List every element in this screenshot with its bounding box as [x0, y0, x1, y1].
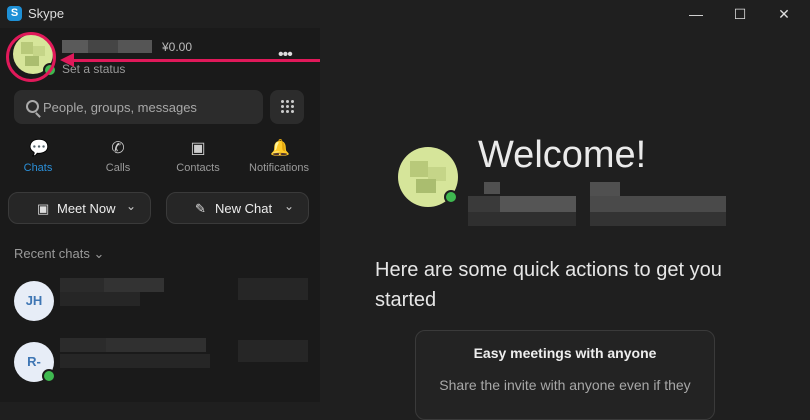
search-placeholder: People, groups, messages: [43, 100, 197, 115]
tab-notifications[interactable]: 🔔 Notifications: [239, 140, 319, 174]
skype-logo-icon: S: [7, 6, 22, 21]
online-status-dot: [444, 190, 458, 204]
new-chat-button[interactable]: ✎ New Chat ⌄: [166, 192, 309, 224]
search-input[interactable]: People, groups, messages: [14, 90, 263, 124]
close-button[interactable]: ✕: [764, 0, 804, 28]
tab-chats[interactable]: 💬 Chats: [0, 140, 78, 174]
tab-label: Chats: [23, 162, 53, 174]
compose-icon: ✎: [195, 201, 206, 216]
dialpad-button[interactable]: [270, 90, 304, 124]
maximize-button[interactable]: ☐: [720, 0, 760, 28]
quick-actions-heading: Here are some quick actions to get you s…: [375, 259, 722, 311]
tab-label: Notifications: [249, 162, 309, 174]
video-camera-icon: ▣: [37, 201, 50, 216]
meet-now-label: Meet Now: [57, 201, 116, 216]
chevron-down-icon: ⌄: [125, 199, 136, 213]
easy-meetings-card[interactable]: Easy meetings with anyone Share the invi…: [415, 330, 715, 420]
card-title: Easy meetings with anyone: [473, 345, 657, 361]
new-chat-label: New Chat: [215, 201, 273, 216]
credit-balance[interactable]: ¥0.00: [162, 40, 192, 54]
minimize-button[interactable]: —: [676, 0, 716, 28]
window-title: Skype: [28, 6, 65, 21]
redacted-chat-name: [60, 338, 106, 352]
phone-icon: ✆: [111, 140, 125, 157]
title-bar: S Skype — ☐ ✕: [0, 0, 810, 28]
tab-contacts[interactable]: ▣ Contacts: [158, 140, 238, 174]
online-status-dot: [42, 369, 56, 383]
welcome-title: Welcome!: [478, 134, 647, 176]
redacted-chat-name: [60, 278, 104, 292]
tab-calls[interactable]: ✆ Calls: [78, 140, 158, 174]
chevron-down-icon: ⌄: [283, 199, 294, 213]
redacted-user-name: [484, 182, 500, 194]
bell-icon: 🔔: [270, 140, 290, 157]
recent-chats-heading[interactable]: Recent chats ⌄: [14, 246, 104, 262]
card-description: Share the invite with anyone even if the…: [439, 377, 691, 393]
tab-label: Contacts: [176, 162, 220, 174]
annotation-arrowhead: [60, 53, 74, 67]
chat-avatar-jh[interactable]: JH: [14, 281, 54, 321]
redacted-name: [62, 40, 88, 53]
search-icon: [26, 100, 39, 113]
contacts-icon: ▣: [190, 140, 206, 157]
meet-now-button[interactable]: ▣ Meet Now ⌄: [8, 192, 151, 224]
chat-bubble-icon: 💬: [29, 140, 49, 157]
annotation-circle: [6, 32, 56, 82]
tab-label: Calls: [105, 162, 131, 174]
